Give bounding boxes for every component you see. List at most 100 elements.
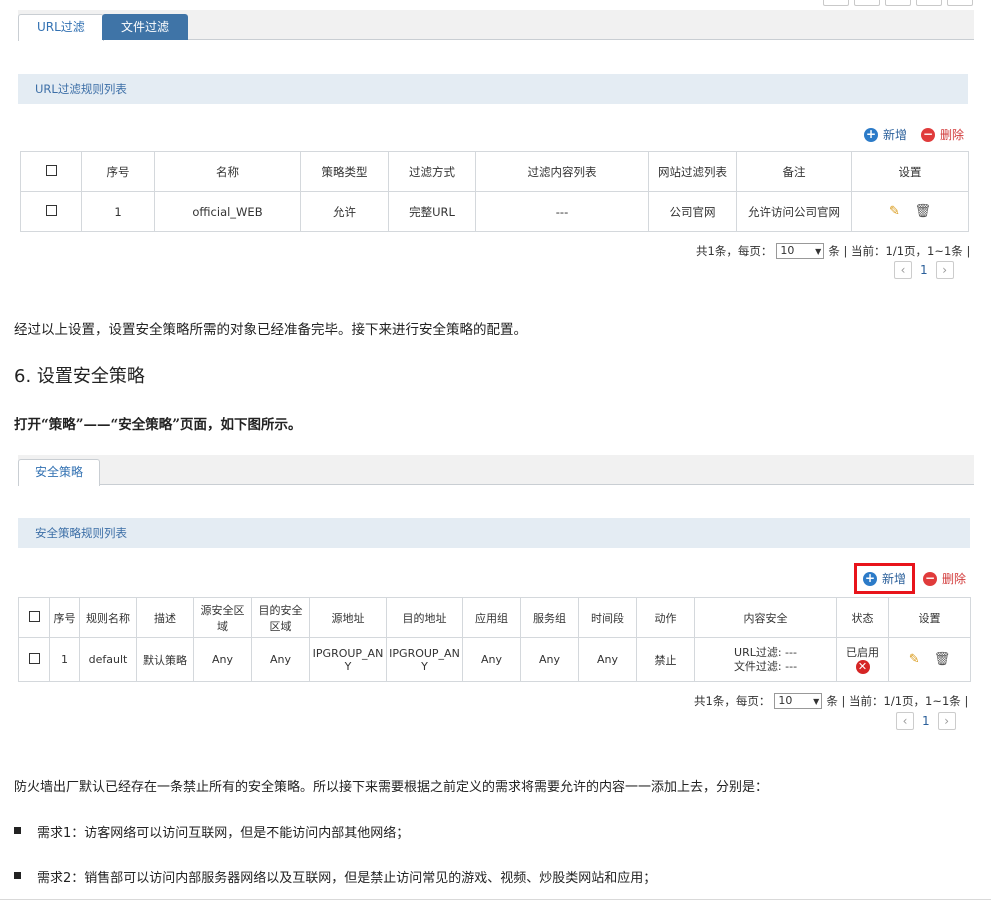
select-all-cell[interactable]: [20, 151, 82, 192]
per-page-select[interactable]: 10: [774, 693, 823, 709]
tab-security-policy[interactable]: 安全策略: [18, 459, 101, 486]
select-all-cell[interactable]: [18, 597, 50, 638]
pager-total: 共1条，每页：: [694, 694, 771, 708]
table-row: 1 official_WEB 允许 完整URL --- 公司官网 允许访问公司官…: [20, 191, 969, 232]
toolbar-icon-3[interactable]: [885, 0, 911, 6]
toolbar-icon-5[interactable]: [947, 0, 973, 6]
row-select-cell[interactable]: [18, 637, 50, 682]
bullet-text: 需求1：访客网络可以访问互联网，但是不能访问内部其他网络；: [37, 826, 410, 841]
column-header: 备注: [736, 151, 852, 192]
per-page-select[interactable]: 10: [776, 243, 825, 259]
column-header: 序号: [49, 597, 80, 638]
url-delete-button[interactable]: − 删除: [921, 126, 964, 143]
disable-x-icon[interactable]: ✕: [855, 659, 870, 674]
edit-pencil-icon[interactable]: ✎: [889, 204, 900, 219]
column-header: 设置: [888, 597, 971, 638]
policy-actions: + 新增 − 删除: [854, 563, 966, 594]
column-header: 服务组: [520, 597, 579, 638]
column-header: 动作: [636, 597, 695, 638]
tab-url-filter[interactable]: URL过滤: [18, 14, 104, 41]
next-page-button[interactable]: ›: [935, 261, 954, 279]
tab-file-filter[interactable]: 文件过滤: [102, 14, 189, 40]
status-text: 已启用: [846, 645, 879, 659]
cell-src-zone: Any: [193, 637, 252, 682]
policy-tab-bar: 安全策略: [18, 455, 974, 486]
cell-site-list: 公司官网: [648, 191, 737, 232]
row-select-cell[interactable]: [20, 191, 82, 232]
url-actions: + 新增 − 删除: [864, 126, 964, 143]
url-rule-list-header: URL过滤规则列表: [18, 74, 968, 104]
plus-circle-icon: +: [863, 570, 877, 586]
url-page-nav: ‹ 1 ›: [894, 261, 954, 279]
cell-src-addr: IPGROUP_ANY: [309, 637, 387, 682]
list-item: 需求2：销售部可以访问内部服务器网络以及互联网，但是禁止访问常见的游戏、视频、炒…: [14, 867, 656, 886]
section-heading: 6. 设置安全策略: [14, 366, 145, 387]
instruction-paragraph: 打开“策略”——“安全策略”页面，如下图所示。: [14, 417, 302, 433]
page-number[interactable]: 1: [920, 263, 928, 277]
plus-circle-icon: +: [864, 126, 878, 142]
url-pager: 共1条，每页： 10 条 | 当前：1/1页，1~1条 |: [696, 243, 970, 259]
policy-add-button[interactable]: + 新增: [854, 563, 916, 594]
minus-circle-icon: −: [921, 126, 936, 142]
cell-action: 禁止: [636, 637, 695, 682]
page-number[interactable]: 1: [922, 714, 930, 728]
cell-name: default: [79, 637, 137, 682]
toolbar-icon-4[interactable]: [916, 0, 942, 6]
url-filter-status: URL过滤: ---: [734, 645, 797, 659]
paragraph-default-policy: 防火墙出厂默认已经存在一条禁止所有的安全策略。所以接下来需要根据之前定义的需求将…: [14, 780, 769, 795]
next-page-button[interactable]: ›: [937, 712, 956, 730]
cell-type: 允许: [300, 191, 389, 232]
trash-icon[interactable]: 🗑: [934, 652, 951, 667]
column-header: 源地址: [309, 597, 387, 638]
column-header: 源安全区域: [193, 597, 252, 638]
column-header: 过滤方式: [388, 151, 476, 192]
divider: [0, 899, 991, 900]
policy-rule-list-header: 安全策略规则列表: [18, 518, 970, 548]
column-header: 规则名称: [79, 597, 137, 638]
bullet-text: 需求2：销售部可以访问内部服务器网络以及互联网，但是禁止访问常见的游戏、视频、炒…: [37, 871, 657, 886]
pager-status: 条 | 当前：1/1页，1~1条 |: [828, 244, 971, 258]
row-checkbox[interactable]: [45, 204, 57, 216]
cell-content-list: ---: [475, 191, 649, 232]
table-header-row: 序号 名称 策略类型 过滤方式 过滤内容列表 网站过滤列表 备注 设置: [20, 151, 969, 192]
trash-icon[interactable]: 🗑: [915, 204, 932, 219]
column-header: 策略类型: [300, 151, 389, 192]
cell-dst-addr: IPGROUP_ANY: [386, 637, 463, 682]
cell-index: 1: [49, 637, 80, 682]
column-header: 状态: [836, 597, 889, 638]
toolbar-icons: [823, 0, 973, 6]
cell-status: 已启用 ✕: [836, 637, 889, 682]
select-all-checkbox[interactable]: [28, 610, 40, 622]
select-all-checkbox[interactable]: [45, 164, 57, 176]
edit-pencil-icon[interactable]: ✎: [909, 652, 920, 667]
toolbar-icon-2[interactable]: [854, 0, 880, 6]
url-add-button[interactable]: + 新增: [864, 126, 907, 143]
policy-rule-table: 序号 规则名称 描述 源安全区域 目的安全区域 源地址 目的地址 应用组 服务组…: [18, 597, 971, 682]
bullet-square-icon: [14, 872, 21, 879]
cell-service: Any: [520, 637, 579, 682]
cell-settings: ✎ 🗑: [888, 637, 971, 682]
column-header: 内容安全: [694, 597, 837, 638]
cell-time: Any: [578, 637, 637, 682]
bullet-square-icon: [14, 827, 21, 834]
cell-settings: ✎ 🗑: [851, 191, 969, 232]
prev-page-button[interactable]: ‹: [896, 712, 914, 730]
column-header: 过滤内容列表: [475, 151, 649, 192]
minus-circle-icon: −: [923, 570, 938, 586]
column-header: 应用组: [462, 597, 521, 638]
cell-desc: 默认策略: [136, 637, 194, 682]
column-header: 设置: [851, 151, 969, 192]
column-header: 时间段: [578, 597, 637, 638]
column-header: 目的地址: [386, 597, 463, 638]
table-header-row: 序号 规则名称 描述 源安全区域 目的安全区域 源地址 目的地址 应用组 服务组…: [18, 597, 971, 638]
row-checkbox[interactable]: [28, 652, 40, 664]
prev-page-button[interactable]: ‹: [894, 261, 912, 279]
list-item: 需求1：访客网络可以访问互联网，但是不能访问内部其他网络；: [14, 822, 409, 841]
file-filter-status: 文件过滤: ---: [733, 659, 798, 673]
cell-index: 1: [81, 191, 155, 232]
column-header: 目的安全区域: [251, 597, 310, 638]
cell-method: 完整URL: [388, 191, 476, 232]
policy-delete-button[interactable]: − 删除: [923, 570, 966, 587]
toolbar-icon-1[interactable]: [823, 0, 849, 6]
table-row: 1 default 默认策略 Any Any IPGROUP_ANY IPGRO…: [18, 637, 971, 682]
